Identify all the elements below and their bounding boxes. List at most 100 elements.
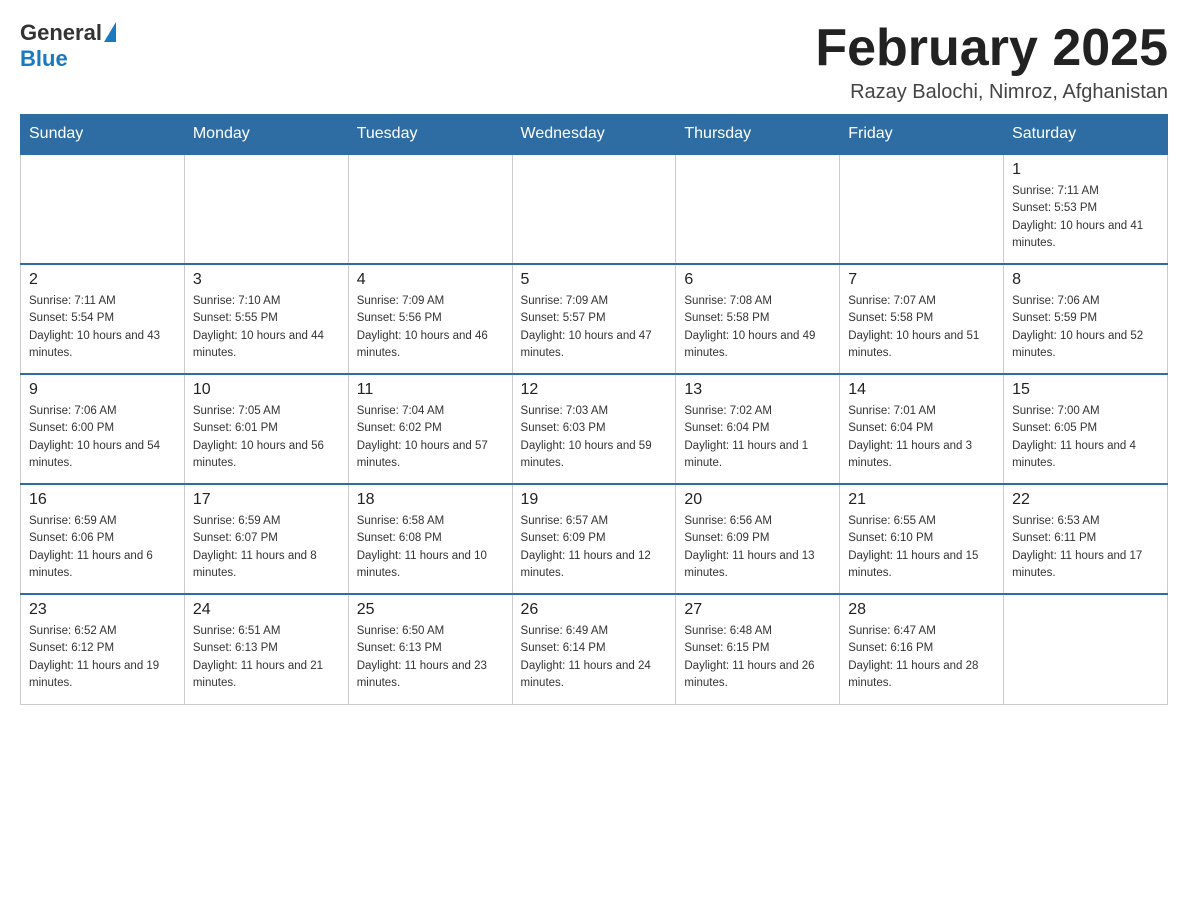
calendar-cell: 11Sunrise: 7:04 AMSunset: 6:02 PMDayligh…	[348, 374, 512, 484]
location-subtitle: Razay Balochi, Nimroz, Afghanistan	[815, 81, 1168, 104]
day-number: 19	[521, 491, 668, 509]
day-info: Sunrise: 7:03 AMSunset: 6:03 PMDaylight:…	[521, 403, 668, 472]
weekday-header-sunday: Sunday	[21, 115, 185, 155]
day-number: 11	[357, 381, 504, 399]
calendar-cell	[184, 154, 348, 264]
calendar-cell: 14 Sunrise: 7:01 AMSunset: 6:04 PMDayligh…	[840, 374, 1004, 484]
day-info: Sunrise: 7:05 AMSunset: 6:01 PMDaylight:…	[193, 403, 340, 472]
calendar-week-row: 23 Sunrise: 6:52 AMSunset: 6:12 PMDayligh…	[21, 594, 1168, 704]
day-number: 24	[193, 601, 340, 619]
day-info: Sunrise: 6:48 AMSunset: 6:15 PMDaylight:…	[684, 623, 831, 692]
day-number: 27	[684, 601, 831, 619]
calendar-week-row: 16 Sunrise: 6:59 AMSunset: 6:06 PMDayligh…	[21, 484, 1168, 594]
page-header: General Blue February 2025 Razay Balochi…	[20, 20, 1168, 104]
weekday-header-monday: Monday	[184, 115, 348, 155]
day-info: Sunrise: 7:00 AMSunset: 6:05 PMDaylight:…	[1012, 403, 1159, 472]
calendar-cell: 26 Sunrise: 6:49 AMSunset: 6:14 PMDayligh…	[512, 594, 676, 704]
calendar-cell: 8 Sunrise: 7:06 AMSunset: 5:59 PMDaylight…	[1004, 264, 1168, 374]
day-number: 12	[521, 381, 668, 399]
calendar-cell: 4Sunrise: 7:09 AMSunset: 5:56 PMDaylight…	[348, 264, 512, 374]
calendar-cell: 20Sunrise: 6:56 AMSunset: 6:09 PMDayligh…	[676, 484, 840, 594]
day-number: 21	[848, 491, 995, 509]
calendar-cell: 5 Sunrise: 7:09 AMSunset: 5:57 PMDaylight…	[512, 264, 676, 374]
calendar-header: SundayMondayTuesdayWednesdayThursdayFrid…	[21, 115, 1168, 155]
day-number: 28	[848, 601, 995, 619]
calendar-cell	[512, 154, 676, 264]
calendar-week-row: 9 Sunrise: 7:06 AMSunset: 6:00 PMDaylight…	[21, 374, 1168, 484]
weekday-header-row: SundayMondayTuesdayWednesdayThursdayFrid…	[21, 115, 1168, 155]
calendar-cell	[840, 154, 1004, 264]
title-block: February 2025 Razay Balochi, Nimroz, Afg…	[815, 20, 1168, 104]
calendar-cell: 2 Sunrise: 7:11 AMSunset: 5:54 PMDaylight…	[21, 264, 185, 374]
day-number: 22	[1012, 491, 1159, 509]
weekday-header-wednesday: Wednesday	[512, 115, 676, 155]
day-number: 4	[357, 271, 504, 289]
calendar-cell: 24 Sunrise: 6:51 AMSunset: 6:13 PMDayligh…	[184, 594, 348, 704]
logo-general-text: General	[20, 20, 102, 46]
day-info: Sunrise: 6:57 AMSunset: 6:09 PMDaylight:…	[521, 513, 668, 582]
day-number: 16	[29, 491, 176, 509]
day-number: 20	[684, 491, 831, 509]
weekday-header-saturday: Saturday	[1004, 115, 1168, 155]
day-info: Sunrise: 6:59 AMSunset: 6:06 PMDaylight:…	[29, 513, 176, 582]
calendar-cell: 25 Sunrise: 6:50 AMSunset: 6:13 PMDayligh…	[348, 594, 512, 704]
calendar-cell: 16 Sunrise: 6:59 AMSunset: 6:06 PMDayligh…	[21, 484, 185, 594]
calendar-cell: 10 Sunrise: 7:05 AMSunset: 6:01 PMDayligh…	[184, 374, 348, 484]
calendar-cell: 22Sunrise: 6:53 AMSunset: 6:11 PMDayligh…	[1004, 484, 1168, 594]
day-number: 8	[1012, 271, 1159, 289]
day-info: Sunrise: 7:06 AMSunset: 5:59 PMDaylight:…	[1012, 293, 1159, 362]
day-info: Sunrise: 7:11 AMSunset: 5:54 PMDaylight:…	[29, 293, 176, 362]
day-number: 5	[521, 271, 668, 289]
calendar-cell	[348, 154, 512, 264]
logo-text: General	[20, 20, 116, 46]
day-number: 6	[684, 271, 831, 289]
day-info: Sunrise: 7:08 AMSunset: 5:58 PMDaylight:…	[684, 293, 831, 362]
logo: General Blue	[20, 20, 116, 72]
calendar-body: 1 Sunrise: 7:11 AMSunset: 5:53 PMDaylight…	[21, 154, 1168, 704]
calendar-cell: 6 Sunrise: 7:08 AMSunset: 5:58 PMDaylight…	[676, 264, 840, 374]
day-number: 1	[1012, 161, 1159, 179]
day-info: Sunrise: 6:51 AMSunset: 6:13 PMDaylight:…	[193, 623, 340, 692]
day-info: Sunrise: 6:52 AMSunset: 6:12 PMDaylight:…	[29, 623, 176, 692]
day-info: Sunrise: 6:59 AMSunset: 6:07 PMDaylight:…	[193, 513, 340, 582]
calendar-cell: 17 Sunrise: 6:59 AMSunset: 6:07 PMDayligh…	[184, 484, 348, 594]
calendar-cell	[21, 154, 185, 264]
day-info: Sunrise: 7:11 AMSunset: 5:53 PMDaylight:…	[1012, 183, 1159, 252]
day-number: 15	[1012, 381, 1159, 399]
calendar-cell: 1 Sunrise: 7:11 AMSunset: 5:53 PMDaylight…	[1004, 154, 1168, 264]
day-number: 3	[193, 271, 340, 289]
day-number: 25	[357, 601, 504, 619]
day-info: Sunrise: 6:50 AMSunset: 6:13 PMDaylight:…	[357, 623, 504, 692]
weekday-header-friday: Friday	[840, 115, 1004, 155]
day-number: 9	[29, 381, 176, 399]
day-info: Sunrise: 7:10 AMSunset: 5:55 PMDaylight:…	[193, 293, 340, 362]
day-info: Sunrise: 6:47 AMSunset: 6:16 PMDaylight:…	[848, 623, 995, 692]
day-number: 14	[848, 381, 995, 399]
calendar-cell	[676, 154, 840, 264]
day-info: Sunrise: 7:02 AMSunset: 6:04 PMDaylight:…	[684, 403, 831, 472]
day-info: Sunrise: 7:07 AMSunset: 5:58 PMDaylight:…	[848, 293, 995, 362]
day-info: Sunrise: 7:09 AMSunset: 5:57 PMDaylight:…	[521, 293, 668, 362]
day-number: 18	[357, 491, 504, 509]
day-number: 23	[29, 601, 176, 619]
calendar-cell: 23 Sunrise: 6:52 AMSunset: 6:12 PMDayligh…	[21, 594, 185, 704]
calendar-cell: 28 Sunrise: 6:47 AMSunset: 6:16 PMDayligh…	[840, 594, 1004, 704]
day-info: Sunrise: 6:49 AMSunset: 6:14 PMDaylight:…	[521, 623, 668, 692]
day-info: Sunrise: 7:01 AMSunset: 6:04 PMDaylight:…	[848, 403, 995, 472]
calendar-cell: 18Sunrise: 6:58 AMSunset: 6:08 PMDayligh…	[348, 484, 512, 594]
logo-triangle-icon	[104, 22, 116, 42]
day-number: 13	[684, 381, 831, 399]
day-number: 2	[29, 271, 176, 289]
month-year-title: February 2025	[815, 20, 1168, 77]
day-number: 7	[848, 271, 995, 289]
day-number: 17	[193, 491, 340, 509]
calendar-cell: 27 Sunrise: 6:48 AMSunset: 6:15 PMDayligh…	[676, 594, 840, 704]
day-info: Sunrise: 7:06 AMSunset: 6:00 PMDaylight:…	[29, 403, 176, 472]
calendar-cell: 7 Sunrise: 7:07 AMSunset: 5:58 PMDaylight…	[840, 264, 1004, 374]
day-info: Sunrise: 6:55 AMSunset: 6:10 PMDaylight:…	[848, 513, 995, 582]
calendar-cell: 19 Sunrise: 6:57 AMSunset: 6:09 PMDayligh…	[512, 484, 676, 594]
weekday-header-thursday: Thursday	[676, 115, 840, 155]
calendar-cell: 13 Sunrise: 7:02 AMSunset: 6:04 PMDayligh…	[676, 374, 840, 484]
day-number: 26	[521, 601, 668, 619]
day-number: 10	[193, 381, 340, 399]
